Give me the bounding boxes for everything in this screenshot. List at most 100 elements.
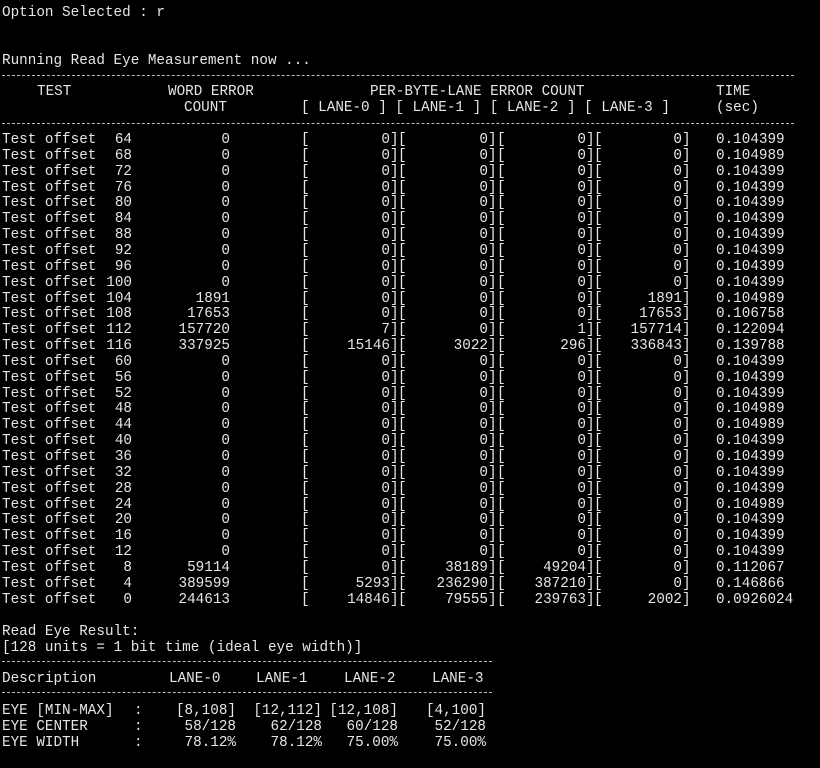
row-word-error-count: 0 bbox=[221, 433, 230, 450]
bracket: ] bbox=[682, 179, 691, 196]
row-time: 0.104399 bbox=[716, 464, 785, 481]
row-lane0-count: 0 bbox=[381, 401, 390, 418]
result-lane3-value: [4,100] bbox=[425, 703, 486, 719]
bracket: [ bbox=[497, 401, 506, 418]
result-lane2-value: 75.00% bbox=[346, 735, 398, 751]
row-lane1-count: 0 bbox=[479, 227, 488, 244]
row-lane0-count: 15146 bbox=[347, 338, 390, 355]
row-label: Test offset bbox=[2, 575, 97, 592]
row-offset: 0 bbox=[123, 591, 132, 608]
table-row: [][][][] Test offset 4 389599 5293 236290 3872… bbox=[0, 576, 820, 592]
bracket: ] bbox=[682, 417, 691, 434]
bracket: ] bbox=[682, 274, 691, 291]
bracket: ] bbox=[488, 575, 497, 592]
bracket: [ bbox=[301, 195, 310, 212]
row-offset: 32 bbox=[114, 464, 132, 481]
row-lane3-count: 0 bbox=[673, 449, 682, 465]
row-offset: 48 bbox=[114, 401, 132, 418]
row-lane0-count: 0 bbox=[381, 433, 390, 450]
row-lane1-count: 0 bbox=[479, 132, 488, 148]
row-label: Test offset bbox=[2, 147, 97, 164]
result-header-lane2: LANE-2 bbox=[344, 671, 396, 687]
table-row: [][][][] Test offset 68 0 0 0 0 0 0.104989 bbox=[0, 148, 820, 164]
row-lane0-count: 0 bbox=[381, 512, 390, 529]
bracket: [ bbox=[398, 591, 407, 608]
row-time: 0.104399 bbox=[716, 353, 785, 370]
row-offset: 4 bbox=[123, 575, 132, 592]
row-lane2-count: 0 bbox=[577, 544, 586, 561]
row-lane2-count: 0 bbox=[577, 480, 586, 497]
bracket: ] bbox=[488, 274, 497, 291]
row-offset: 100 bbox=[106, 274, 132, 291]
bracket: [ bbox=[398, 242, 407, 259]
row-label: Test offset bbox=[2, 242, 97, 259]
row-lane2-count: 0 bbox=[577, 179, 586, 196]
row-offset: 16 bbox=[114, 528, 132, 545]
result-title: Read Eye Result: bbox=[2, 624, 140, 640]
row-lane0-count: 0 bbox=[381, 369, 390, 386]
bracket: ] bbox=[682, 385, 691, 402]
row-lane1-count: 0 bbox=[479, 179, 488, 196]
row-lane2-count: 0 bbox=[577, 227, 586, 244]
row-offset: 92 bbox=[114, 242, 132, 259]
bracket: ] bbox=[488, 306, 497, 323]
row-lane3-count: 0 bbox=[673, 496, 682, 513]
row-lane1-count: 0 bbox=[479, 544, 488, 561]
result-lane1-value: 78.12% bbox=[270, 735, 322, 751]
bracket: ] bbox=[488, 338, 497, 355]
bracket: ] bbox=[488, 496, 497, 513]
row-time: 0.104399 bbox=[716, 528, 785, 545]
row-word-error-count: 0 bbox=[221, 195, 230, 212]
row-lane2-count: 0 bbox=[577, 464, 586, 481]
row-word-error-count: 0 bbox=[221, 227, 230, 244]
row-label: Test offset bbox=[2, 512, 97, 529]
result-lane0-value: 78.12% bbox=[184, 735, 236, 751]
row-lane1-count: 0 bbox=[479, 449, 488, 465]
row-lane1-count: 0 bbox=[479, 464, 488, 481]
bracket: ] bbox=[682, 433, 691, 450]
table-header-row-2: COUNT [ LANE-0 ] [ LANE-1 ] [ LANE-2 ] [… bbox=[0, 100, 820, 116]
bracket: [ bbox=[301, 559, 310, 576]
bracket: ] bbox=[682, 369, 691, 386]
row-label: Test offset bbox=[2, 464, 97, 481]
row-word-error-count: 389599 bbox=[178, 575, 230, 592]
table-row: [][][][] Test offset 8 59114 0 38189 49204 0 0.1… bbox=[0, 560, 820, 576]
row-offset: 116 bbox=[106, 338, 132, 355]
bracket: [ bbox=[497, 258, 506, 275]
result-row-label: EYE WIDTH bbox=[2, 735, 80, 751]
row-word-error-count: 0 bbox=[221, 369, 230, 386]
bracket: [ bbox=[497, 433, 506, 450]
row-lane1-count: 0 bbox=[479, 480, 488, 497]
bracket: [ bbox=[301, 401, 310, 418]
result-row: EYE CENTER: 58/128 62/128 60/128 52/128 bbox=[0, 719, 820, 735]
bracket: [ bbox=[301, 211, 310, 228]
bracket: [ bbox=[398, 258, 407, 275]
row-lane0-count: 0 bbox=[381, 528, 390, 545]
bracket: ] bbox=[488, 528, 497, 545]
result-row-colon: : bbox=[134, 703, 143, 719]
row-offset: 72 bbox=[114, 163, 132, 180]
bracket: [ bbox=[301, 591, 310, 608]
row-word-error-count: 0 bbox=[221, 179, 230, 196]
bracket: ] bbox=[682, 195, 691, 212]
row-lane3-count: 0 bbox=[673, 211, 682, 228]
row-lane0-count: 0 bbox=[381, 417, 390, 434]
bracket: [ bbox=[301, 575, 310, 592]
bracket: [ bbox=[497, 163, 506, 180]
result-lane1-value: 62/128 bbox=[270, 719, 322, 735]
table-row: [][][][] Test offset 44 0 0 0 0 0 0.104989 bbox=[0, 417, 820, 433]
bracket: [ bbox=[497, 496, 506, 513]
row-word-error-count: 0 bbox=[221, 147, 230, 164]
bracket: ] bbox=[682, 163, 691, 180]
row-lane1-count: 0 bbox=[479, 306, 488, 323]
row-label: Test offset bbox=[2, 559, 97, 576]
bracket: [ bbox=[301, 433, 310, 450]
bracket: ] bbox=[682, 496, 691, 513]
row-lane3-count: 0 bbox=[673, 544, 682, 561]
bracket: [ bbox=[398, 147, 407, 164]
row-lane0-count: 0 bbox=[381, 480, 390, 497]
bracket: ] bbox=[488, 369, 497, 386]
bracket: ] bbox=[488, 559, 497, 576]
row-time: 0.104399 bbox=[716, 227, 785, 244]
bracket: [ bbox=[497, 385, 506, 402]
